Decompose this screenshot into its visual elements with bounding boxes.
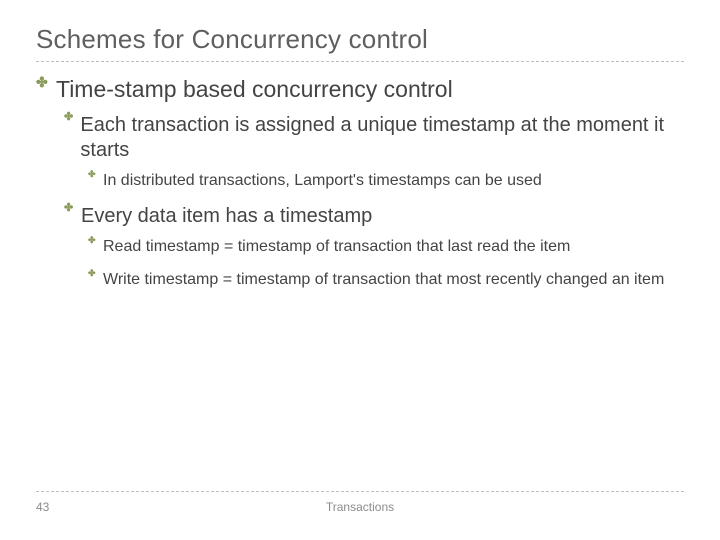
slide: Schemes for Concurrency control ✤ Time-s… bbox=[0, 0, 720, 540]
bullet-icon: ✤ bbox=[88, 269, 97, 290]
bullet-icon: ✤ bbox=[36, 75, 50, 102]
bullet-text: Time-stamp based concurrency control bbox=[56, 76, 453, 103]
bullet-icon: ✤ bbox=[88, 170, 97, 191]
bullet-level3: ✤ Write timestamp = timestamp of transac… bbox=[88, 270, 684, 291]
bullet-text: Each transaction is assigned a unique ti… bbox=[80, 113, 684, 163]
bullet-text: Write timestamp = timestamp of transacti… bbox=[103, 270, 664, 291]
bullet-icon: ✤ bbox=[88, 236, 97, 257]
bullet-level2: ✤ Each transaction is assigned a unique … bbox=[64, 113, 684, 163]
bullet-text: Read timestamp = timestamp of transactio… bbox=[103, 237, 570, 258]
bullet-icon: ✤ bbox=[64, 112, 74, 162]
bullet-level1: ✤ Time-stamp based concurrency control bbox=[36, 76, 684, 103]
bullet-text: In distributed transactions, Lamport's t… bbox=[103, 171, 542, 192]
bullet-level2: ✤ Every data item has a timestamp bbox=[64, 204, 684, 229]
footer-topic: Transactions bbox=[36, 500, 684, 514]
slide-title: Schemes for Concurrency control bbox=[36, 24, 684, 55]
bullet-icon: ✤ bbox=[64, 203, 75, 228]
bullet-text: Every data item has a timestamp bbox=[81, 204, 372, 229]
title-divider: Schemes for Concurrency control bbox=[36, 24, 684, 62]
bullet-level3: ✤ Read timestamp = timestamp of transact… bbox=[88, 237, 684, 258]
slide-footer: 43 Transactions bbox=[36, 491, 684, 514]
bullet-level3: ✤ In distributed transactions, Lamport's… bbox=[88, 171, 684, 192]
